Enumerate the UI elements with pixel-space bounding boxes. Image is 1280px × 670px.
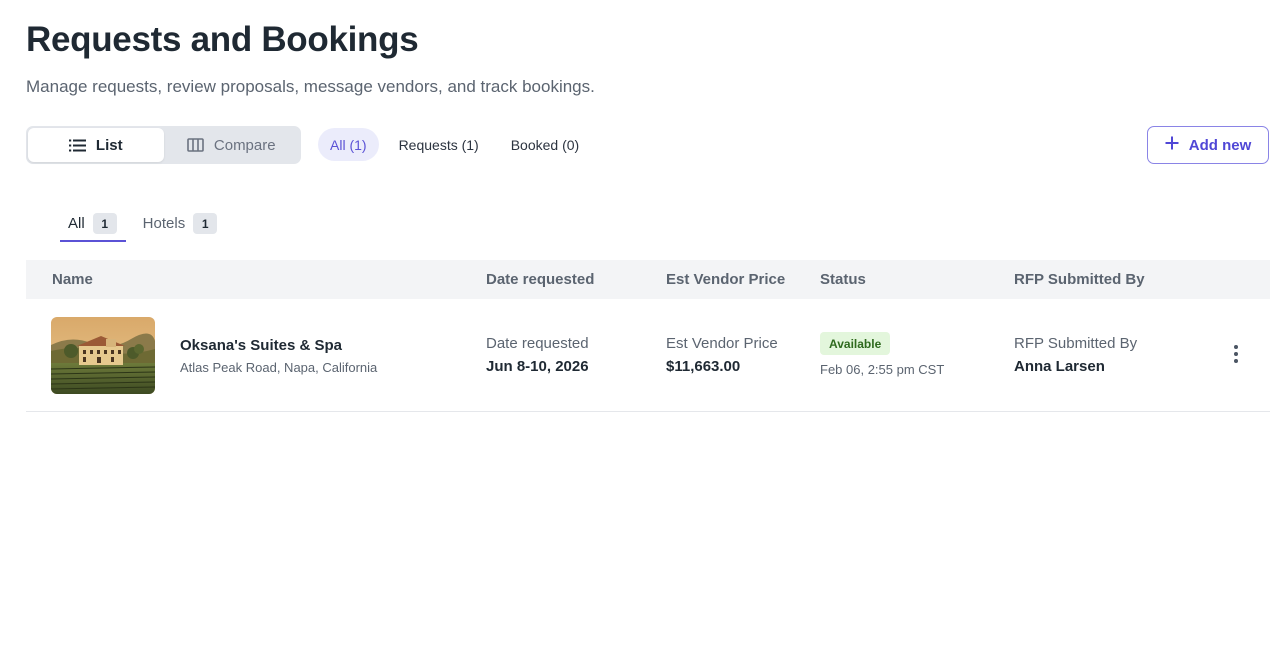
est-vendor-price-label: Est Vendor Price (666, 335, 778, 352)
list-icon (68, 139, 86, 152)
rfp-submitted-by-label: RFP Submitted By (1014, 335, 1138, 352)
filter-all-chip[interactable]: All (1) (318, 128, 379, 161)
columns-icon (187, 138, 204, 152)
category-tabs: All 1 Hotels 1 (60, 205, 234, 242)
hotel-thumbnail[interactable] (51, 317, 155, 394)
date-requested-value: Jun 8-10, 2026 (486, 358, 589, 375)
list-view-button[interactable]: List (28, 128, 164, 162)
status-timestamp: Feb 06, 2:55 pm CST (820, 362, 945, 377)
more-options-kebab-icon[interactable] (1229, 340, 1243, 368)
filter-requests-chip[interactable]: Requests (1) (387, 128, 491, 161)
column-header-name[interactable]: Name (52, 271, 93, 288)
compare-view-label: Compare (213, 136, 276, 154)
date-requested-label: Date requested (486, 335, 589, 352)
filter-chips: All (1) Requests (1) Booked (0) (318, 128, 599, 161)
filter-booked-chip[interactable]: Booked (0) (499, 128, 591, 161)
tab-hotels-label: Hotels (142, 215, 186, 232)
compare-view-button[interactable]: Compare (164, 128, 300, 162)
tab-all-count: 1 (92, 213, 117, 234)
view-toggle: List Compare (26, 126, 301, 164)
page-subtitle: Manage requests, review proposals, messa… (26, 77, 595, 96)
plus-icon (1165, 136, 1179, 154)
add-new-label: Add new (1188, 136, 1252, 154)
hotel-address: Atlas Peak Road, Napa, California (180, 360, 378, 375)
tab-all-label: All (68, 215, 85, 232)
tab-all[interactable]: All 1 (60, 205, 126, 242)
status-badge: Available (820, 332, 891, 355)
hotel-name[interactable]: Oksana's Suites & Spa (180, 337, 342, 354)
est-vendor-price-value: $11,663.00 (666, 358, 741, 375)
column-header-rfp-submitted-by[interactable]: RFP Submitted By (1014, 271, 1145, 288)
column-header-est-vendor-price[interactable]: Est Vendor Price (666, 271, 785, 288)
column-header-status[interactable]: Status (820, 271, 866, 288)
tab-hotels[interactable]: Hotels 1 (134, 205, 227, 242)
column-header-date-requested[interactable]: Date requested (486, 271, 594, 288)
add-new-button[interactable]: Add new (1147, 126, 1269, 164)
rfp-submitted-by-value: Anna Larsen (1014, 358, 1105, 375)
page-title: Requests and Bookings (26, 20, 419, 59)
table-row[interactable]: Oksana's Suites & Spa Atlas Peak Road, N… (26, 300, 1270, 412)
table-header: Name Date requested Est Vendor Price Sta… (26, 260, 1270, 299)
list-view-label: List (95, 136, 123, 154)
tab-hotels-count: 1 (193, 213, 218, 234)
